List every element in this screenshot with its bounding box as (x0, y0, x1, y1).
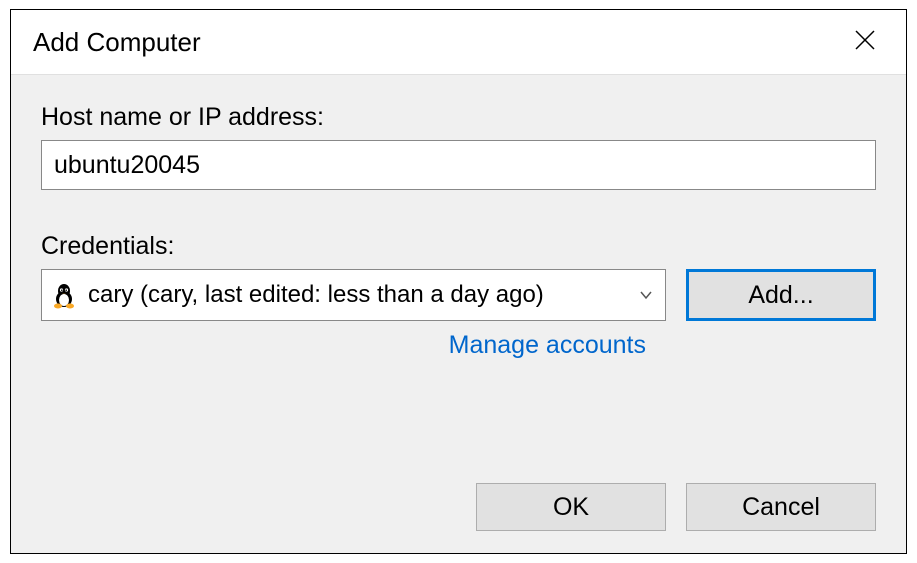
cancel-button[interactable]: Cancel (686, 483, 876, 531)
dialog-title: Add Computer (33, 27, 201, 58)
credentials-label: Credentials: (41, 232, 876, 261)
add-computer-dialog: Add Computer Host name or IP address: Cr… (10, 9, 907, 554)
close-button[interactable] (846, 24, 884, 60)
hostname-label: Host name or IP address: (41, 103, 876, 132)
credentials-dropdown[interactable]: cary (cary, last edited: less than a day… (41, 269, 666, 321)
ok-button[interactable]: OK (476, 483, 666, 531)
credentials-section: Credentials: (41, 232, 876, 360)
manage-accounts-row: Manage accounts (41, 331, 876, 360)
dialog-footer: OK Cancel (11, 465, 906, 553)
credentials-selected-text: cary (cary, last edited: less than a day… (88, 281, 629, 309)
chevron-down-icon (637, 286, 655, 304)
dialog-content: Host name or IP address: Credentials: (11, 75, 906, 465)
credentials-row: cary (cary, last edited: less than a day… (41, 269, 876, 321)
titlebar: Add Computer (11, 10, 906, 75)
manage-accounts-link[interactable]: Manage accounts (449, 331, 646, 360)
add-credentials-button[interactable]: Add... (686, 269, 876, 321)
linux-tux-icon (50, 281, 78, 309)
hostname-input[interactable] (41, 140, 876, 190)
close-icon (854, 29, 876, 51)
